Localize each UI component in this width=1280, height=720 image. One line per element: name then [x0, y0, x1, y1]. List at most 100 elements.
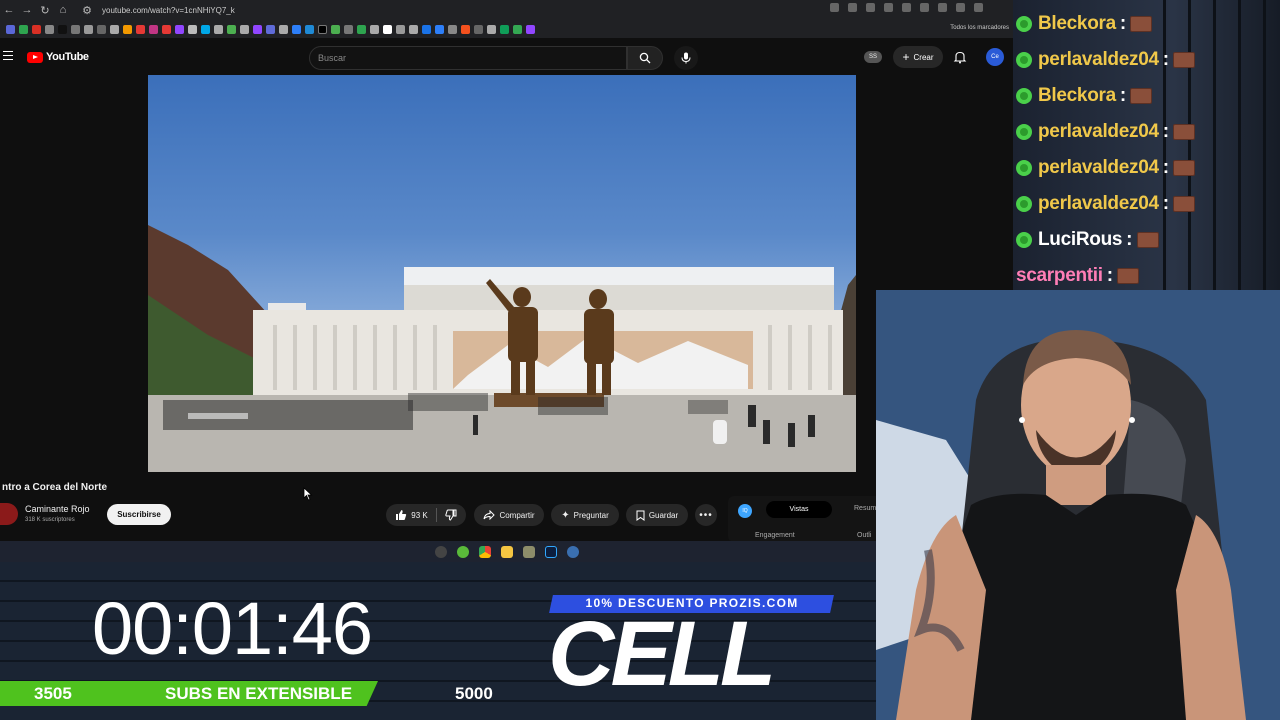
bookmark-icon[interactable] [422, 24, 431, 34]
bookmark-icon[interactable] [227, 24, 236, 34]
bookmark-icon[interactable] [253, 24, 262, 34]
bookmark-icon[interactable] [526, 24, 535, 34]
share-arrow-icon [483, 510, 496, 520]
account-avatar[interactable]: Ce [986, 48, 1004, 66]
bookmark-icon[interactable] [344, 24, 353, 34]
back-icon[interactable]: ← [0, 1, 18, 19]
install-icon[interactable] [830, 3, 839, 12]
bookmark-icon[interactable] [188, 24, 197, 34]
chat-username[interactable]: Bleckora [1038, 85, 1116, 107]
notifications-bell-icon[interactable] [953, 50, 967, 64]
dislike-icon[interactable] [445, 509, 457, 521]
reload-icon[interactable]: ↻ [36, 1, 54, 19]
more-actions-button[interactable]: ••• [695, 504, 717, 526]
video-player[interactable] [148, 75, 856, 472]
chat-separator: : [1162, 49, 1170, 70]
voice-search-button[interactable] [674, 46, 698, 70]
menu-icon[interactable] [3, 51, 13, 61]
bookmark-icon[interactable] [435, 24, 444, 34]
bookmark-icon[interactable] [396, 24, 405, 34]
bookmark-icon[interactable] [305, 24, 314, 34]
bookmark-icon[interactable] [266, 24, 275, 34]
bookmark-icon[interactable] [136, 24, 145, 34]
create-button[interactable]: + Crear [893, 46, 943, 68]
x-icon[interactable] [45, 24, 54, 34]
bookmark-icon[interactable] [448, 24, 457, 34]
bookmark-icon[interactable] [383, 24, 392, 34]
bookmark-icon[interactable] [214, 24, 223, 34]
taskbar-app-icon[interactable] [566, 545, 579, 558]
bookmark-star-icon[interactable] [884, 3, 893, 12]
chat-message: Bleckora: [1016, 78, 1280, 114]
bookmark-icon[interactable] [123, 24, 132, 34]
share-icon[interactable] [866, 3, 875, 12]
bookmark-icon[interactable] [500, 24, 509, 34]
chat-username[interactable]: perlavaldez04 [1038, 193, 1159, 215]
extension-icon[interactable] [902, 3, 911, 12]
zoom-icon[interactable] [848, 3, 857, 12]
bookmark-icon[interactable] [6, 24, 15, 34]
bookmark-icon[interactable] [162, 24, 171, 34]
bookmark-icon[interactable] [201, 24, 210, 34]
bookmark-icon[interactable] [474, 24, 483, 34]
engagement-label: Engagement [755, 532, 795, 539]
extension-icon[interactable] [920, 3, 929, 12]
bookmark-icon[interactable] [19, 24, 28, 34]
bookmark-icon[interactable] [331, 24, 340, 34]
tiktok-icon[interactable] [58, 24, 67, 34]
bookmark-icon[interactable] [318, 24, 327, 34]
bookmark-icon[interactable] [357, 24, 366, 34]
gmail-icon[interactable] [32, 24, 41, 34]
chat-username[interactable]: perlavaldez04 [1038, 49, 1159, 71]
chat-username[interactable]: scarpentii [1016, 265, 1103, 287]
youtube-logo[interactable]: YouTube [27, 51, 89, 63]
tab-vistas[interactable]: Vistas [766, 501, 832, 518]
bookmark-icon[interactable] [71, 24, 80, 34]
bookmark-icon[interactable] [487, 24, 496, 34]
url-field[interactable]: youtube.com/watch?v=1cnNHiYQ7_k [102, 6, 235, 15]
extension-icon[interactable] [938, 3, 947, 12]
twitch-icon[interactable] [175, 24, 184, 34]
instagram-icon[interactable] [149, 24, 158, 34]
channel-avatar[interactable] [0, 503, 18, 525]
bookmark-icon[interactable] [97, 24, 106, 34]
taskbar-app-icon[interactable] [434, 545, 447, 558]
photoshop-icon[interactable] [544, 545, 557, 558]
bookmark-icon[interactable] [110, 24, 119, 34]
channel-name[interactable]: Caminante Rojo [25, 504, 90, 514]
chat-username[interactable]: Bleckora [1038, 13, 1116, 35]
chat-username[interactable]: LuciRous [1038, 229, 1122, 251]
forward-icon[interactable]: → [18, 1, 36, 19]
bookmark-icon[interactable] [240, 24, 249, 34]
share-button[interactable]: Compartir [474, 504, 544, 526]
tab-resumen[interactable]: Resum [854, 505, 876, 512]
puzzle-icon[interactable] [956, 3, 965, 12]
site-info-icon[interactable]: ⚙ [78, 1, 96, 19]
subscribe-button[interactable]: Suscribirse [107, 504, 171, 525]
search-input[interactable]: Buscar [309, 46, 627, 70]
taskbar-app-icon[interactable] [456, 545, 469, 558]
like-icon[interactable] [395, 509, 407, 521]
all-bookmarks-link[interactable]: Todos los marcadores [950, 25, 1009, 31]
bookmark-icon[interactable] [279, 24, 288, 34]
save-button[interactable]: Guardar [626, 504, 688, 526]
profile-icon[interactable] [974, 3, 983, 12]
ss-badge[interactable]: SS [864, 51, 882, 63]
bookmark-icon[interactable] [292, 24, 301, 34]
chat-username[interactable]: perlavaldez04 [1038, 157, 1159, 179]
bookmark-icon[interactable] [84, 24, 93, 34]
chrome-icon[interactable] [478, 545, 491, 558]
taskbar-app-icon[interactable] [522, 545, 535, 558]
bookmark-icon[interactable] [409, 24, 418, 34]
home-icon[interactable]: ⌂ [54, 1, 72, 19]
stream-timer: 00:01:46 [92, 587, 373, 670]
bookmark-icon[interactable] [370, 24, 379, 34]
like-count[interactable]: 93 K [411, 511, 427, 520]
search-button[interactable] [627, 46, 663, 70]
extension-logo-icon[interactable]: IQ [738, 504, 752, 518]
chat-username[interactable]: perlavaldez04 [1038, 121, 1159, 143]
bookmark-icon[interactable] [461, 24, 470, 34]
folder-icon[interactable] [500, 545, 513, 558]
ask-button[interactable]: ✦ Preguntar [551, 504, 619, 526]
bookmark-icon[interactable] [513, 24, 522, 34]
